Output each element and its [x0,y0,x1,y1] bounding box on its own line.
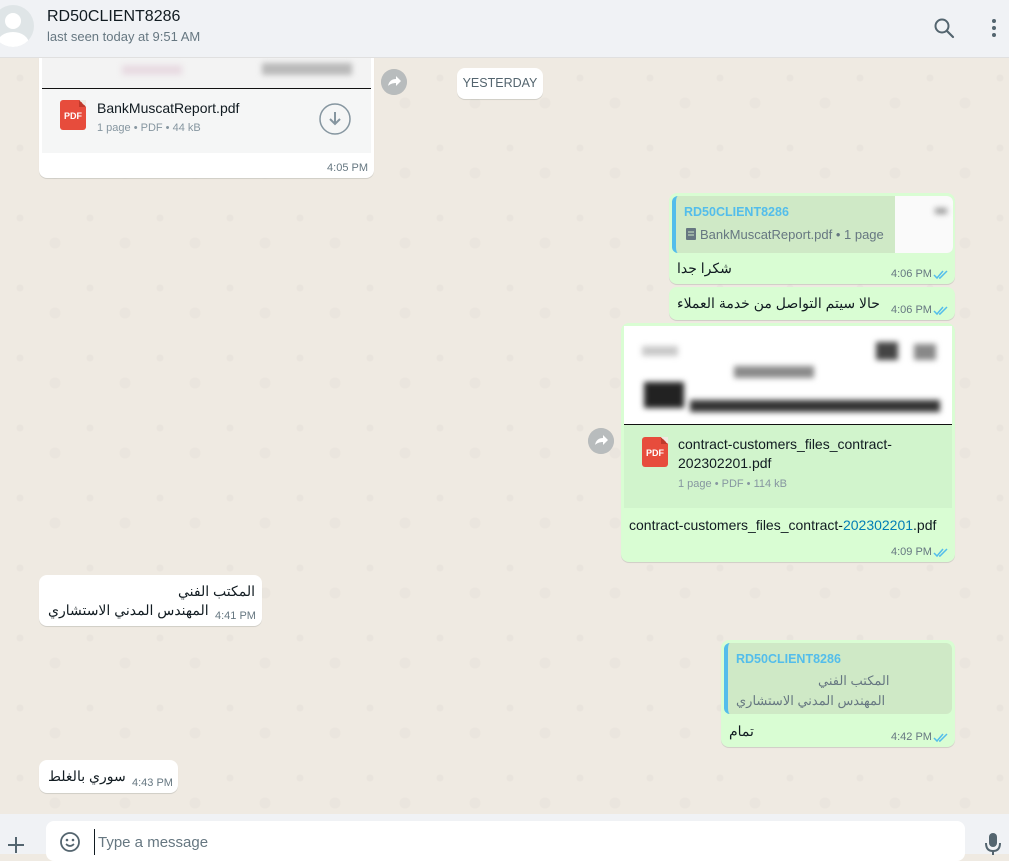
quoted-message[interactable]: RD50CLIENT8286 BankMuscatReport.pdf • 1 … [672,196,953,253]
mic-icon[interactable] [983,832,1003,856]
message-time: 4:43 PM [132,777,173,789]
message-time: 4:42 PM [891,731,932,743]
chat-header: RD50CLIENT8286 last seen today at 9:51 A… [0,0,1009,58]
contact-status: last seen today at 9:51 AM [47,29,201,44]
read-ticks-icon [933,548,948,558]
document-name-line2: 202302201.pdf [678,455,772,471]
caption-link[interactable]: 202302201 [843,517,913,533]
document-preview[interactable] [624,326,952,424]
message-customer-service[interactable]: حالا سيتم التواصل من خدمة العملاء 4:06 P… [669,287,955,320]
message-document-contract[interactable]: PDF contract-customers_files_contract- 2… [621,323,955,562]
quote-text: BankMuscatReport.pdf • 1 page [700,227,884,242]
message-text: سوري بالغلط [48,768,126,784]
message-time: 4:09 PM [891,546,932,558]
message-time: 4:06 PM [891,268,932,280]
pdf-file-icon: PDF [60,100,86,130]
document-icon [686,228,696,240]
document-meta: 1 page • PDF • 114 kB [678,478,788,490]
read-ticks-icon [933,270,948,280]
pdf-file-icon: PDF [642,437,668,467]
read-ticks-icon [933,306,948,316]
forward-icon[interactable] [381,69,407,95]
quote-line1: المكتب الفني [818,673,890,688]
message-reply-ok[interactable]: RD50CLIENT8286 المكتب الفني المهندس المد… [721,640,955,747]
document-preview [42,58,371,88]
quote-thumbnail [895,196,953,253]
message-reply-thanks[interactable]: RD50CLIENT8286 BankMuscatReport.pdf • 1 … [669,193,955,284]
caption-suffix: .pdf [913,517,937,533]
message-document-bankmuscat[interactable]: PDF BankMuscatReport.pdf 1 page • PDF • … [39,58,374,178]
message-composer [0,814,1009,861]
document-card[interactable]: PDF BankMuscatReport.pdf 1 page • PDF • … [42,89,371,153]
search-icon[interactable] [932,16,956,40]
contact-name[interactable]: RD50CLIENT8286 [47,8,180,26]
emoji-icon[interactable] [59,831,81,853]
menu-icon[interactable] [982,16,1006,40]
caption-prefix: contract-customers_files_contract- [629,517,843,533]
message-sorry[interactable]: سوري بالغلط 4:43 PM [39,760,178,793]
message-input[interactable] [94,829,900,855]
message-technical-office[interactable]: المكتب الفني المهندس المدني الاستشاري 4:… [39,575,262,626]
quote-line2: المهندس المدني الاستشاري [736,693,886,708]
quoted-message[interactable]: RD50CLIENT8286 المكتب الفني المهندس المد… [724,643,952,714]
message-text-line2: المهندس المدني الاستشاري [48,602,209,618]
date-divider: YESTERDAY [457,68,543,99]
read-ticks-icon [933,733,948,743]
forward-icon[interactable] [588,428,614,454]
document-name: BankMuscatReport.pdf [97,100,240,116]
message-text: تمام [729,723,754,739]
message-list[interactable]: PDF BankMuscatReport.pdf 1 page • PDF • … [0,58,1009,814]
download-icon[interactable] [319,103,351,135]
document-meta: 1 page • PDF • 44 kB [97,122,201,134]
document-name-line1: contract-customers_files_contract- [678,436,892,452]
document-caption: contract-customers_files_contract-202302… [629,517,936,533]
document-card[interactable]: PDF contract-customers_files_contract- 2… [624,425,952,508]
message-text: شكرا جدا [677,260,732,276]
message-time: 4:05 PM [327,162,368,174]
plus-icon[interactable] [5,834,27,856]
message-time: 4:41 PM [215,610,256,622]
message-time: 4:06 PM [891,304,932,316]
quote-author: RD50CLIENT8286 [684,205,789,219]
contact-avatar[interactable] [0,5,34,47]
quote-author: RD50CLIENT8286 [736,652,841,666]
message-text: حالا سيتم التواصل من خدمة العملاء [677,295,880,311]
message-text-line1: المكتب الفني [178,583,255,599]
message-input-box[interactable] [46,821,965,861]
